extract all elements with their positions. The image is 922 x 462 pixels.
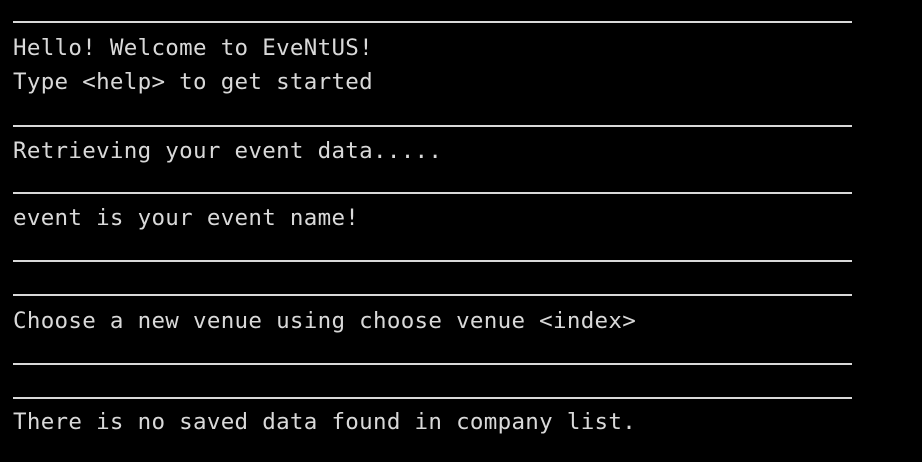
welcome-line: Hello! Welcome to EveNtUS! [13, 35, 373, 61]
separator-line [13, 363, 852, 365]
separator-line [13, 397, 852, 399]
terminal-window[interactable]: Hello! Welcome to EveNtUS! Type <help> t… [0, 0, 922, 462]
separator-line [13, 294, 852, 296]
separator-line [13, 192, 852, 194]
separator-line [13, 125, 852, 127]
no-saved-data-line: There is no saved data found in company … [13, 409, 637, 435]
event-name-line: event is your event name! [13, 205, 360, 231]
separator-line [13, 260, 852, 262]
choose-venue-line: Choose a new venue using choose venue <i… [13, 308, 637, 334]
separator-line [13, 21, 852, 23]
retrieving-line: Retrieving your event data..... [13, 138, 443, 164]
help-hint-line: Type <help> to get started [13, 69, 373, 95]
